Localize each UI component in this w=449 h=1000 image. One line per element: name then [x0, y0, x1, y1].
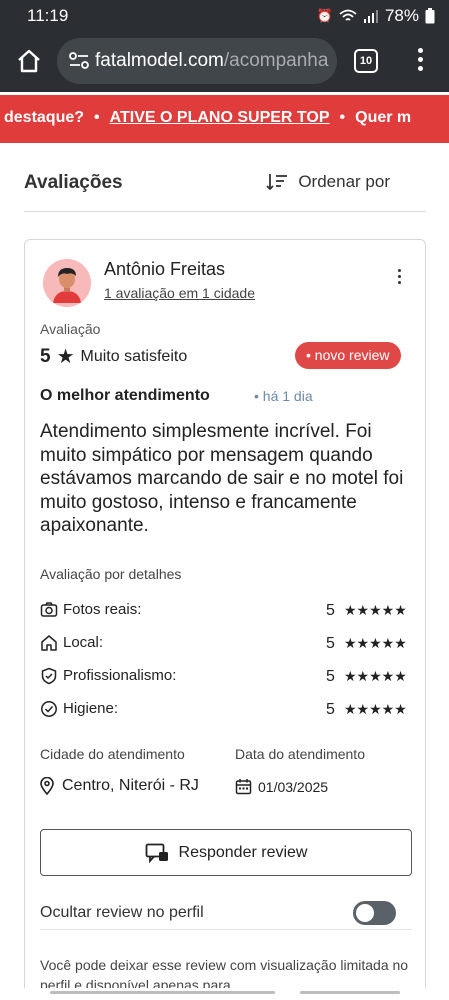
rating-value: 5 [40, 345, 51, 367]
reply-label: Responder review [178, 843, 308, 861]
alarm-icon: ⏰ [316, 8, 333, 23]
reviewer-name: Antônio Freitas [104, 259, 226, 279]
promo-trail: Quer m [355, 109, 412, 126]
detail-label: Higiene: [63, 700, 119, 717]
avatar [43, 259, 91, 307]
detail-score: 5 [326, 668, 335, 685]
detail-row-profissionalismo: Profissionalismo: 5 ★★★★★ [40, 665, 412, 689]
detail-stars: ★★★★★ [344, 668, 407, 684]
city-label: Cidade do atendimento [40, 746, 185, 762]
status-time: 11:19 [27, 6, 69, 25]
detail-label: Fotos reais: [63, 601, 142, 618]
status-bar: 11:19 ⏰ 78% [0, 0, 449, 32]
sort-label: Ordenar por [298, 172, 390, 191]
review-date: • há 1 dia [254, 388, 313, 404]
detail-label: Profissionalismo: [63, 667, 177, 684]
promo-separator-2: • [339, 109, 346, 126]
new-review-badge: • novo review [295, 342, 401, 369]
gesture-nav-bar [0, 988, 449, 1000]
home-icon[interactable] [15, 47, 43, 75]
battery-text: 78% [384, 6, 419, 25]
detail-stars: ★★★★★ [344, 602, 407, 618]
city-value: Centro, Niterói - RJ [40, 777, 199, 795]
review-body: Atendimento simplesmente incrível. Foi m… [40, 421, 404, 536]
status-icons: ⏰ 78% [317, 6, 435, 26]
wifi-icon [339, 9, 357, 21]
reviewer-meta-link[interactable]: 1 avaliação em 1 cidade [104, 285, 255, 301]
url-path: /acompanha [223, 50, 329, 71]
url-host: fatalmodel.com [95, 50, 224, 71]
date-label: Data do atendimento [235, 746, 365, 762]
detail-score: 5 [326, 635, 335, 652]
detail-row-fotos: Fotos reais: 5 ★★★★★ [40, 599, 412, 623]
detail-label: Local: [63, 634, 104, 651]
home-icon [41, 635, 57, 651]
date-value: 01/03/2025 [235, 778, 328, 795]
check-circle-icon [41, 701, 57, 717]
site-settings-icon[interactable] [69, 52, 89, 70]
reply-review-button[interactable]: Responder review [40, 829, 412, 876]
review-title: O melhor atendimento [40, 387, 210, 404]
date-text: 01/03/2025 [258, 778, 329, 795]
rating-text: Muito satisfeito [80, 347, 188, 365]
details-label: Avaliação por detalhes [40, 566, 182, 582]
more-options-icon[interactable] [395, 269, 403, 289]
star-icon: ★ [56, 346, 75, 368]
toggle-knob [356, 904, 374, 922]
detail-stars: ★★★★★ [344, 635, 407, 651]
reviews-header: Avaliações Ordenar por [24, 160, 426, 212]
detail-row-local: Local: 5 ★★★★★ [40, 632, 412, 656]
hide-review-label: Ocultar review no perfil [40, 904, 204, 921]
detail-score: 5 [326, 701, 335, 718]
url-text[interactable]: fatalmodel.com/acompanha [95, 50, 328, 72]
promo-link[interactable]: ATIVE O PLANO SUPER TOP [110, 109, 330, 127]
reply-icon [145, 843, 168, 863]
rating-label: Avaliação [40, 321, 101, 337]
tab-switcher-button[interactable]: 10 [354, 49, 378, 73]
browser-menu-icon[interactable] [412, 48, 428, 76]
detail-stars: ★★★★★ [344, 701, 407, 717]
review-card: Antônio Freitas 1 avaliação em 1 cidade … [24, 239, 426, 1000]
location-pin-icon [40, 777, 54, 795]
hide-review-toggle[interactable] [353, 901, 396, 925]
promo-lead: destaque? [4, 109, 85, 126]
shield-check-icon [41, 667, 57, 685]
page-title: Avaliações [24, 172, 123, 193]
rating-row: 5 ★ Muito satisfeito [40, 344, 187, 369]
sort-icon [266, 174, 288, 191]
battery-icon [425, 8, 435, 24]
sort-button[interactable]: Ordenar por [266, 172, 390, 192]
detail-score: 5 [326, 602, 335, 619]
signal-icon [363, 10, 378, 23]
browser-toolbar: fatalmodel.com/acompanha 10 [0, 32, 449, 92]
address-bar[interactable]: fatalmodel.com/acompanha [57, 38, 337, 84]
promo-separator: • [94, 109, 100, 126]
city-text: Centro, Niterói - RJ [62, 777, 199, 794]
camera-icon [40, 602, 58, 617]
promo-banner: destaque? • ATIVE O PLANO SUPER TOP • Qu… [0, 95, 449, 143]
calendar-icon [235, 779, 252, 795]
detail-row-higiene: Higiene: 5 ★★★★★ [40, 698, 412, 722]
person-avatar-icon [43, 259, 91, 307]
hide-review-row: Ocultar review no perfil [40, 900, 412, 930]
